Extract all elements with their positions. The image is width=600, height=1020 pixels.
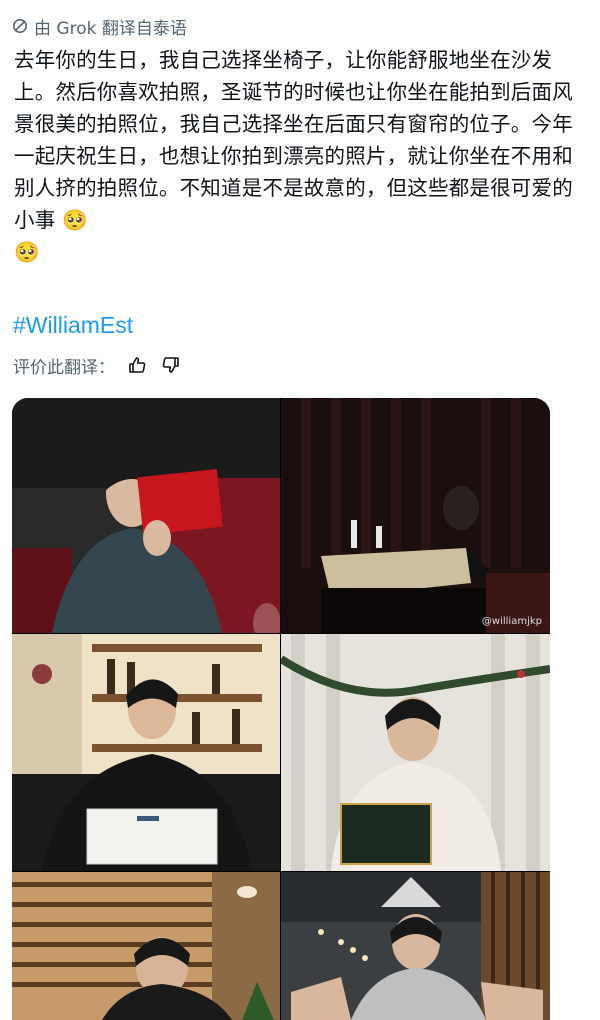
thumbs-up-button[interactable] xyxy=(125,353,149,377)
rate-translation: 评价此翻译： xyxy=(13,352,183,378)
thumbs-down-button[interactable] xyxy=(159,353,183,377)
photo-window-blinds[interactable] xyxy=(12,872,280,1020)
photo-restaurant-lamps[interactable] xyxy=(281,872,550,1020)
photo-dark-curtain[interactable]: @williamjkp xyxy=(281,398,550,633)
rate-label: 评价此翻译： xyxy=(13,357,115,378)
thumbs-up-icon xyxy=(129,357,146,373)
photo-red-booth[interactable] xyxy=(12,398,280,633)
translation-label: 由 Grok 翻译自泰语 xyxy=(34,18,187,39)
photo-grid: @williamjkp xyxy=(12,398,550,1020)
translate-icon xyxy=(12,18,28,34)
post-body: 去年你的生日，我自己选择坐椅子，让你能舒服地坐在沙发上。然后你喜欢拍照，圣诞节的… xyxy=(14,48,573,264)
hashtag-link[interactable]: #WilliamEst xyxy=(13,312,133,339)
thumbs-down-icon xyxy=(162,357,179,373)
photo-christmas-garland[interactable] xyxy=(281,634,550,871)
translation-header: 由 Grok 翻译自泰语 xyxy=(12,12,187,40)
photo-watermark: @williamjkp xyxy=(481,616,542,627)
photo-wine-shelf[interactable] xyxy=(12,634,280,871)
